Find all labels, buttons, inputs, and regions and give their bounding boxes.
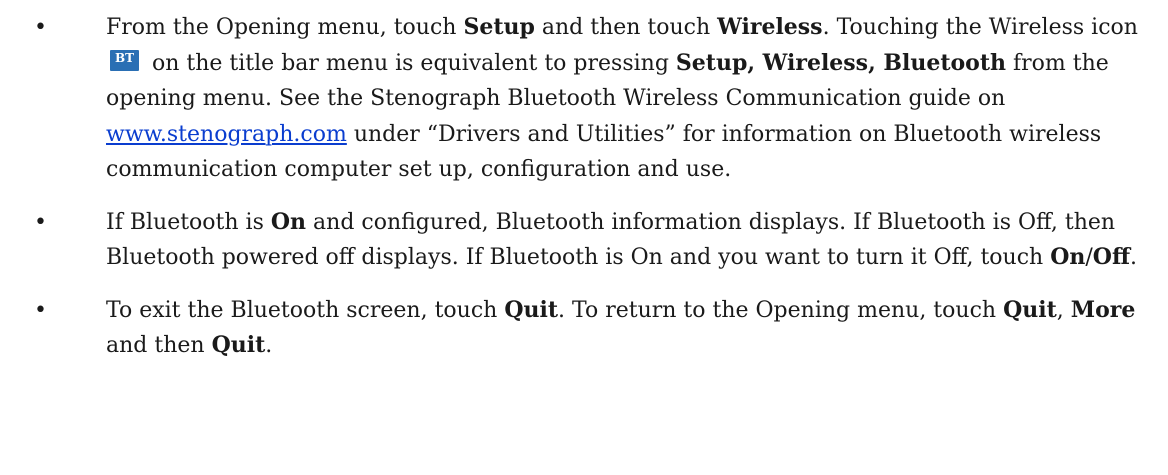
text: . Touching the Wireless icon: [822, 15, 1138, 40]
quit-term: Quit: [1003, 296, 1057, 323]
bullet-marker: •: [34, 209, 47, 235]
text: on the title bar menu is equivalent to p…: [145, 50, 676, 76]
wireless-term: Wireless: [717, 14, 823, 40]
setup-term: Setup: [675, 49, 748, 76]
off-term: Off: [1092, 244, 1131, 270]
wireless-bluetooth-term: Wire­less, Bluetooth: [762, 49, 1006, 76]
text: and then: [106, 333, 212, 358]
text: From the Opening menu, touch: [106, 15, 464, 40]
list-item: • From the Opening menu, touch Setup and …: [0, 0, 1168, 188]
list-item: • To exit the Bluetooth screen, touch Qui…: [0, 276, 1168, 364]
bullet-marker: •: [34, 15, 47, 40]
list-item: • If Bluetooth is On and configured, Blue…: [0, 188, 1168, 276]
quit-term: Quit: [504, 296, 558, 323]
slash: /: [1085, 245, 1093, 270]
setup-term: Setup: [463, 14, 535, 40]
bluetooth-icon: BT: [110, 49, 139, 71]
text: . To return to the Opening menu, touch: [558, 297, 1004, 323]
on-term: On: [1050, 244, 1086, 270]
text: .: [265, 333, 273, 358]
text: and then touch: [534, 15, 718, 40]
text: To exit the Bluetooth screen, touch: [106, 297, 505, 323]
text: ,: [1056, 297, 1071, 323]
document-page: • From the Opening menu, touch Setup and …: [0, 0, 1168, 475]
more-term: More: [1070, 296, 1136, 323]
punct: ,: [747, 49, 763, 76]
instruction-list: • From the Opening menu, touch Setup and …: [0, 0, 1168, 364]
quit-term: Quit: [211, 332, 266, 358]
stenograph-link[interactable]: www.stenograph.com: [106, 122, 347, 147]
on-term: On: [270, 208, 307, 235]
text: .: [1130, 245, 1138, 270]
text: If Bluetooth is: [106, 209, 271, 235]
bullet-marker: •: [34, 297, 47, 323]
